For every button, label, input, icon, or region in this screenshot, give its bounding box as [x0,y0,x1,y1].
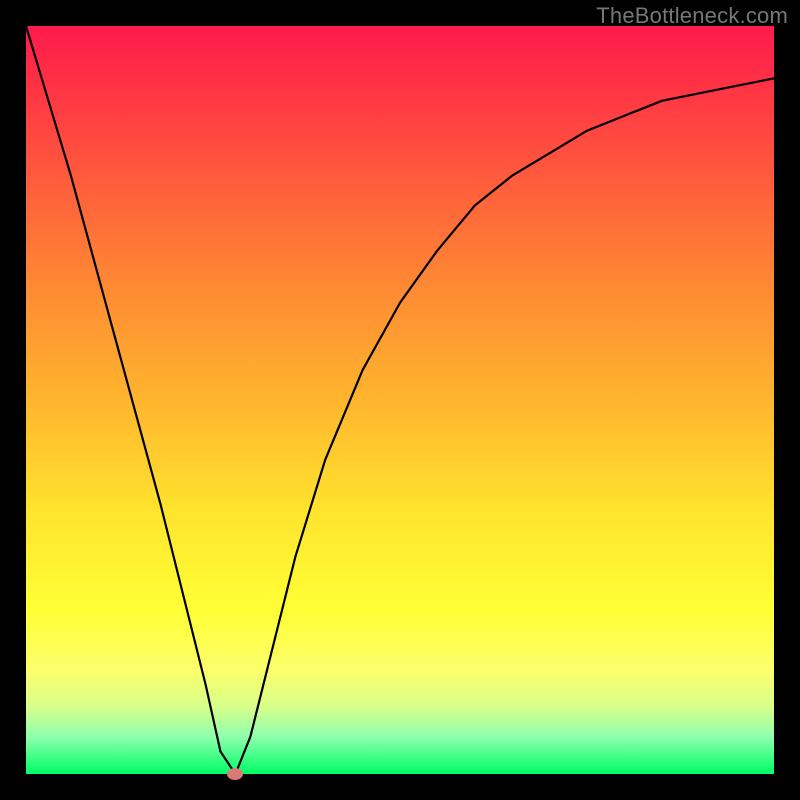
chart-stage: TheBottleneck.com [0,0,800,800]
watermark-text: TheBottleneck.com [596,3,788,29]
minimum-marker [227,768,243,780]
curve-path [26,26,774,774]
plot-area [26,26,774,774]
bottleneck-curve [26,26,774,774]
